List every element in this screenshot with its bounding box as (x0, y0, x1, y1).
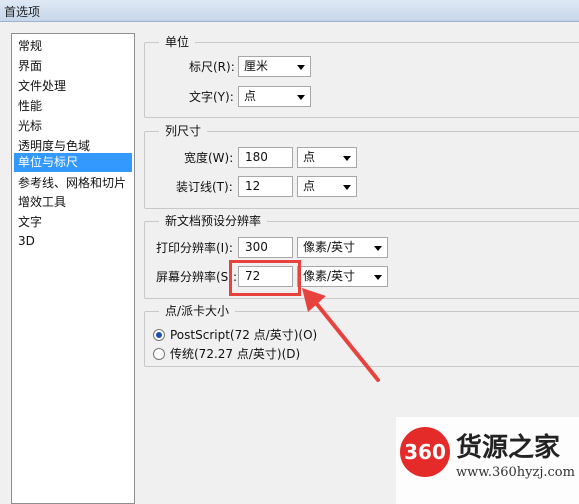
radio-unchecked-icon[interactable] (153, 348, 165, 360)
chevron-down-icon (374, 246, 382, 251)
sidebar-item-units-rulers[interactable]: 单位与标尺 (14, 153, 132, 172)
highlight-box (229, 260, 301, 296)
print-resolution-unit-select[interactable]: 像素/英寸 (297, 237, 388, 258)
chevron-down-icon (343, 156, 351, 161)
point-size-legend: 点/派卡大小 (159, 303, 236, 319)
gutter-label: 装订线(T): (176, 180, 233, 194)
column-size-group: 列尺寸 (144, 123, 579, 209)
ruler-label: 标尺(R): (189, 60, 235, 74)
width-label: 宽度(W): (184, 151, 234, 165)
watermark-site: www.360hyzj.com (456, 465, 575, 480)
chevron-down-icon (343, 185, 351, 190)
ruler-unit-select[interactable]: 厘米 (238, 56, 311, 77)
sidebar-item-performance[interactable]: 性能 (14, 97, 132, 116)
chevron-down-icon (297, 65, 305, 70)
traditional-radio-option[interactable]: 传统(72.27 点/英寸)(D) (153, 345, 300, 363)
type-label: 文字(Y): (189, 90, 234, 104)
sidebar-item-3d[interactable]: 3D (14, 232, 132, 251)
type-unit-value: 点 (244, 89, 257, 103)
resolution-legend: 新文档预设分辨率 (159, 213, 268, 229)
gutter-unit-value: 点 (303, 179, 316, 193)
column-size-legend: 列尺寸 (159, 123, 208, 139)
window-title: 首选项 (4, 5, 41, 19)
annotation-arrow-icon (302, 288, 380, 382)
watermark: 360 货源之家 www.360hyzj.com (396, 417, 579, 504)
sidebar-item-interface[interactable]: 界面 (14, 57, 132, 76)
gutter-input[interactable]: 12 (238, 176, 293, 197)
screen-resolution-label: 屏幕分辨率(S): (156, 270, 238, 284)
type-unit-select[interactable]: 点 (238, 86, 311, 107)
category-list[interactable]: 常规 界面 文件处理 性能 光标 透明度与色域 单位与标尺 参考线、网格和切片 … (11, 33, 135, 504)
title-bar: 首选项 (0, 0, 579, 22)
chevron-down-icon (374, 275, 382, 280)
watermark-logo: 360 (400, 427, 450, 477)
screen-resolution-unit-value: 像素/英寸 (303, 269, 356, 283)
print-resolution-unit-value: 像素/英寸 (303, 240, 356, 254)
width-unit-value: 点 (303, 150, 316, 164)
watermark-brand: 货源之家 (456, 433, 561, 463)
print-resolution-label: 打印分辨率(I): (156, 241, 233, 255)
postscript-radio-option[interactable]: PostScript(72 点/英寸)(O) (153, 326, 317, 344)
sidebar-item-plugins[interactable]: 增效工具 (14, 193, 132, 212)
sidebar-item-guides-grid[interactable]: 参考线、网格和切片 (14, 174, 132, 193)
width-input[interactable]: 180 (238, 147, 293, 168)
gutter-unit-select[interactable]: 点 (297, 176, 357, 197)
units-legend: 单位 (159, 34, 196, 50)
screen-resolution-unit-select[interactable]: 像素/英寸 (297, 266, 388, 287)
sidebar-item-file-handling[interactable]: 文件处理 (14, 77, 132, 96)
ruler-unit-value: 厘米 (244, 59, 269, 73)
traditional-radio-label: 传统(72.27 点/英寸)(D) (170, 347, 301, 361)
sidebar-item-cursors[interactable]: 光标 (14, 117, 132, 136)
print-resolution-input[interactable]: 300 (238, 237, 293, 258)
postscript-radio-label: PostScript(72 点/英寸)(O) (170, 328, 318, 342)
width-unit-select[interactable]: 点 (297, 147, 357, 168)
chevron-down-icon (297, 95, 305, 100)
radio-checked-icon[interactable] (153, 329, 165, 341)
sidebar-item-type[interactable]: 文字 (14, 213, 132, 232)
sidebar-item-general[interactable]: 常规 (14, 37, 132, 56)
